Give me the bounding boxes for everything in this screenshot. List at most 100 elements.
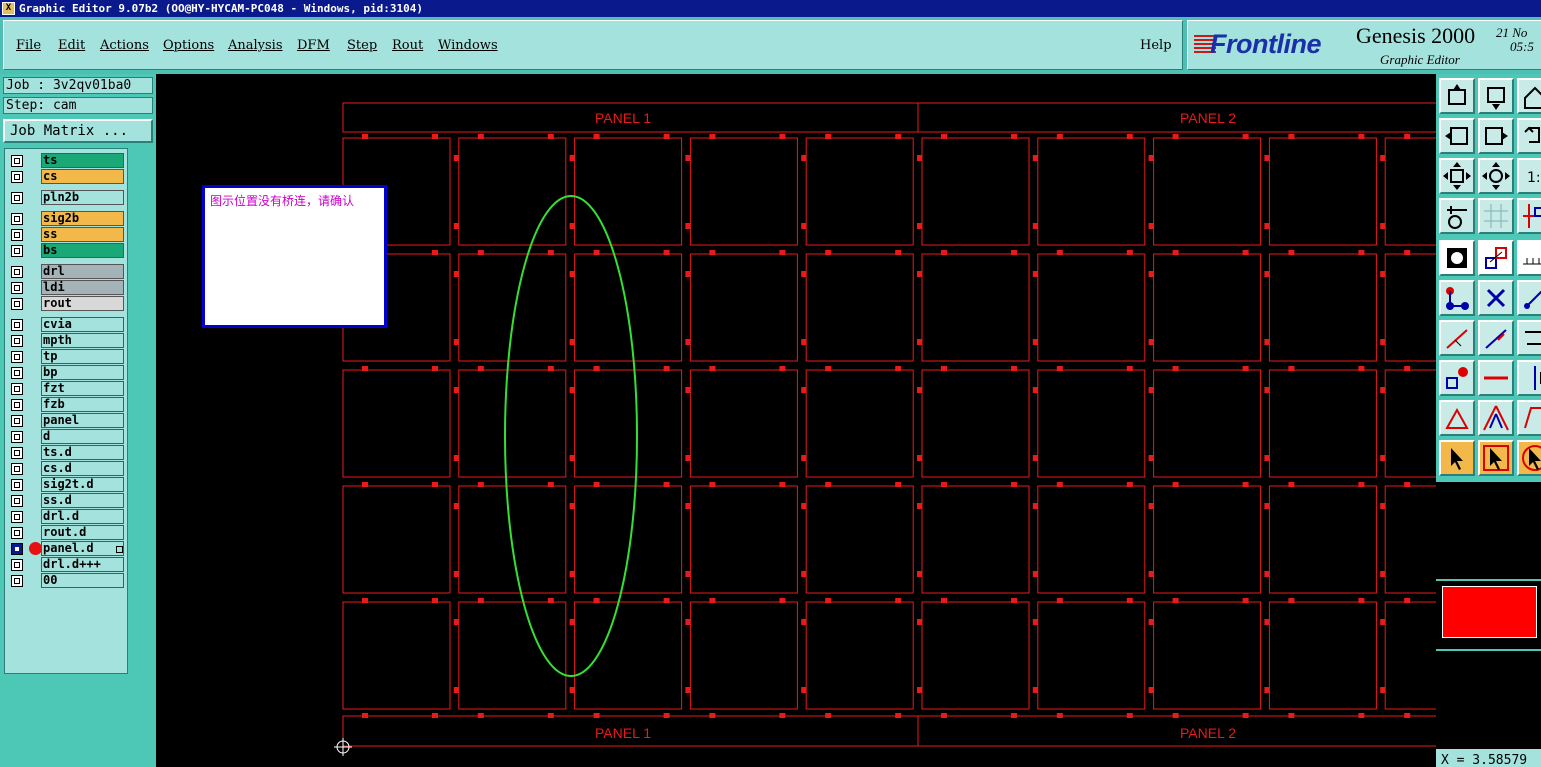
layer-name-button[interactable]: drl.d [41, 509, 124, 524]
layer-row[interactable]: tp [5, 349, 127, 365]
layer-row[interactable]: cs [5, 169, 127, 185]
layer-row[interactable]: drl [5, 264, 127, 280]
layer-name-button[interactable]: bs [41, 243, 124, 258]
layer-row[interactable]: drl.d [5, 509, 127, 525]
layer-row[interactable]: panel.d [5, 541, 127, 557]
layer-name-button[interactable]: fzt [41, 381, 124, 396]
layer-name-button[interactable]: ts [41, 153, 124, 168]
menu-options[interactable]: Options [163, 38, 214, 53]
edit-line-button[interactable] [1478, 320, 1514, 356]
layer-display-checkbox[interactable] [11, 479, 23, 491]
fit-all-button[interactable] [1439, 158, 1475, 194]
home-button[interactable] [1517, 78, 1541, 114]
layer-name-button[interactable]: sig2b [41, 211, 124, 226]
zoom-ratio-button[interactable]: 1:1 [1517, 158, 1541, 194]
overview-window[interactable] [1436, 482, 1541, 749]
menu-windows[interactable]: Windows [438, 38, 498, 53]
transform-button[interactable] [1478, 240, 1514, 276]
layer-name-button[interactable]: ldi [41, 280, 124, 295]
layer-name-button[interactable]: pln2b [41, 190, 124, 205]
layer-name-button[interactable]: tp [41, 349, 124, 364]
layer-display-checkbox[interactable] [11, 351, 23, 363]
grid-button[interactable] [1478, 198, 1514, 234]
fit-profile-button[interactable] [1478, 158, 1514, 194]
layer-name-button[interactable]: ss [41, 227, 124, 242]
layer-row[interactable]: ss [5, 227, 127, 243]
layer-name-button[interactable]: mpth [41, 333, 124, 348]
layer-row[interactable]: fzt [5, 381, 127, 397]
layer-display-checkbox[interactable] [11, 511, 23, 523]
snap-to-bottom-button[interactable] [1478, 78, 1514, 114]
layer-name-button[interactable]: cs.d [41, 461, 124, 476]
move-button[interactable] [1517, 280, 1541, 316]
measure-button[interactable] [1439, 198, 1475, 234]
layer-row[interactable]: ss.d [5, 493, 127, 509]
minus-button[interactable] [1478, 360, 1514, 396]
layer-display-checkbox[interactable] [11, 447, 23, 459]
menu-file[interactable]: File [16, 38, 41, 53]
layer-display-checkbox[interactable] [11, 171, 23, 183]
add-surface-button[interactable] [1439, 400, 1475, 436]
layer-name-button[interactable]: ss.d [41, 493, 124, 508]
snap-to-right-button[interactable] [1478, 118, 1514, 154]
layer-cross-button[interactable] [1517, 198, 1541, 234]
layer-display-checkbox[interactable] [11, 415, 23, 427]
layer-row[interactable]: sig2b [5, 211, 127, 227]
menu-actions[interactable]: Actions [100, 38, 149, 53]
layer-name-button[interactable]: fzb [41, 397, 124, 412]
layer-row[interactable]: bs [5, 243, 127, 259]
layer-row[interactable]: drl.d+++ [5, 557, 127, 573]
layer-row[interactable]: cvia [5, 317, 127, 333]
layer-display-checkbox[interactable] [11, 559, 23, 571]
layer-display-checkbox[interactable] [11, 495, 23, 507]
layer-display-checkbox[interactable] [11, 245, 23, 257]
layer-name-button[interactable]: 00 [41, 573, 124, 588]
menu-rout[interactable]: Rout [392, 38, 423, 53]
layer-name-button[interactable]: d [41, 429, 124, 444]
layer-row[interactable]: d [5, 429, 127, 445]
layer-name-button[interactable]: sig2t.d [41, 477, 124, 492]
layer-display-checkbox[interactable] [11, 298, 23, 310]
layer-name-button[interactable]: rout.d [41, 525, 124, 540]
ruler-button[interactable] [1517, 240, 1541, 276]
layer-name-button[interactable]: cvia [41, 317, 124, 332]
layer-row[interactable]: pln2b [5, 190, 127, 206]
swap-button[interactable] [1517, 320, 1541, 356]
layer-name-button[interactable]: panel [41, 413, 124, 428]
layer-row[interactable]: sig2t.d [5, 477, 127, 493]
delete-button[interactable] [1478, 280, 1514, 316]
layer-display-checkbox[interactable] [11, 527, 23, 539]
layer-display-checkbox[interactable] [11, 463, 23, 475]
layer-row[interactable]: fzb [5, 397, 127, 413]
job-matrix-button[interactable]: Job Matrix ... [3, 119, 153, 143]
layer-display-checkbox[interactable] [11, 155, 23, 167]
layer-display-checkbox[interactable] [11, 192, 23, 204]
layer-name-button[interactable]: cs [41, 169, 124, 184]
layer-display-checkbox[interactable] [11, 367, 23, 379]
add-line-button[interactable] [1439, 320, 1475, 356]
layer-row[interactable]: ts [5, 153, 127, 169]
layer-display-checkbox[interactable] [11, 399, 23, 411]
pointer-button[interactable] [1439, 440, 1475, 476]
layer-row[interactable]: rout [5, 296, 127, 312]
triangle-button[interactable] [1478, 400, 1514, 436]
layer-display-checkbox[interactable] [11, 335, 23, 347]
layer-name-button[interactable]: rout [41, 296, 124, 311]
pointer-box-button[interactable] [1478, 440, 1514, 476]
menu-step[interactable]: Step [347, 38, 377, 53]
menu-analysis[interactable]: Analysis [228, 38, 283, 53]
layer-name-button[interactable]: drl.d+++ [41, 557, 124, 572]
menu-dfm[interactable]: DFM [297, 38, 330, 53]
app-icon[interactable]: X [2, 2, 15, 15]
undo-view-button[interactable] [1517, 118, 1541, 154]
pointer-no-button[interactable] [1517, 440, 1541, 476]
layer-row[interactable]: ts.d [5, 445, 127, 461]
select-feature-button[interactable] [1439, 240, 1475, 276]
layer-display-checkbox[interactable] [11, 543, 23, 555]
layer-row[interactable]: panel [5, 413, 127, 429]
layer-display-checkbox[interactable] [11, 282, 23, 294]
layer-display-checkbox[interactable] [11, 319, 23, 331]
layer-row[interactable]: rout.d [5, 525, 127, 541]
snap-to-left-button[interactable] [1439, 118, 1475, 154]
menu-help[interactable]: Help [1140, 38, 1172, 53]
